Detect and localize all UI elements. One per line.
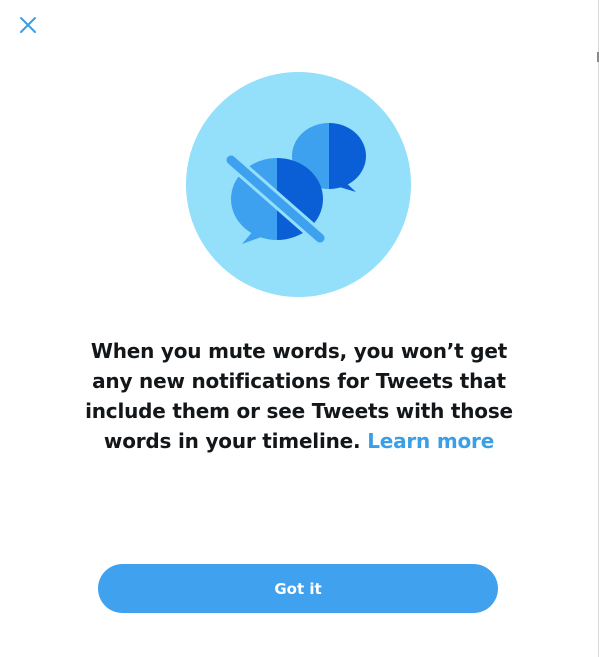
close-button[interactable] <box>16 13 40 37</box>
close-icon <box>20 17 36 33</box>
mute-words-dialog: When you mute words, you won’t get any n… <box>0 0 599 657</box>
got-it-button[interactable]: Got it <box>98 564 498 613</box>
muted-chat-bubbles-icon <box>186 72 411 297</box>
learn-more-link[interactable]: Learn more <box>367 429 494 453</box>
muted-chat-illustration <box>186 72 411 297</box>
mute-words-message: When you mute words, you won’t get any n… <box>84 336 514 456</box>
